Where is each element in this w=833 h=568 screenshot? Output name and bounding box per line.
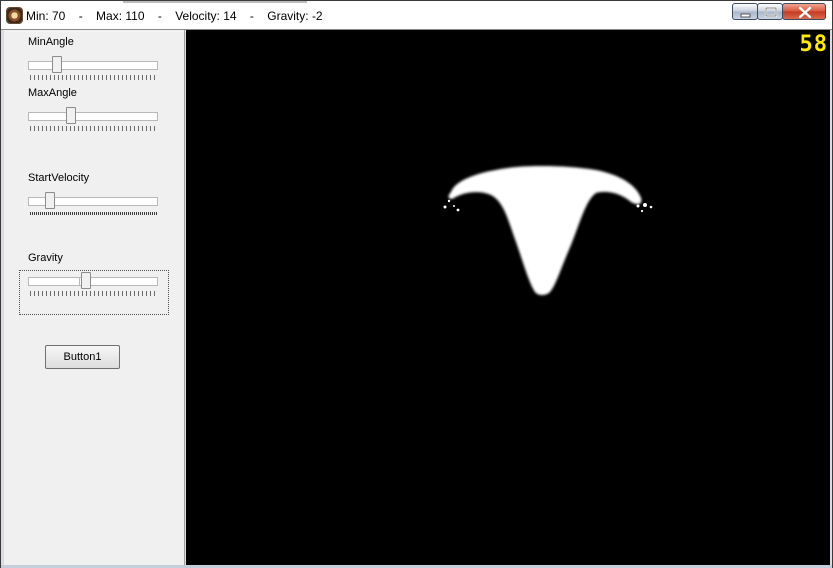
particle-canvas[interactable]: 58	[186, 30, 830, 565]
min-angle-slider[interactable]	[26, 56, 160, 82]
controls-panel: MinAngle MaxAngle StartVelocity Gravity	[4, 30, 185, 565]
title-separator: -	[249, 9, 254, 23]
slider-thumb[interactable]	[81, 272, 91, 289]
gravity-slider[interactable]	[26, 272, 160, 298]
title-bar-highlight	[123, 1, 307, 3]
slider-ticks	[30, 75, 158, 80]
caption-buttons	[732, 3, 826, 22]
close-icon	[798, 6, 812, 19]
max-angle-slider[interactable]	[26, 107, 160, 133]
start-velocity-label: StartVelocity	[28, 172, 90, 184]
particle-fountain	[443, 166, 653, 295]
slider-thumb[interactable]	[45, 192, 55, 209]
title-bar[interactable]: Min: 70 - Max: 110 - Velocity: 14 - Grav…	[1, 1, 832, 30]
max-angle-label: MaxAngle	[28, 87, 77, 99]
minimize-icon	[740, 13, 751, 18]
slider-ticks	[30, 291, 158, 296]
window-title: Min: 70 - Max: 110 - Velocity: 14 - Grav…	[26, 9, 323, 23]
button1[interactable]: Button1	[45, 345, 120, 369]
slider-track[interactable]	[28, 277, 158, 286]
title-separator: -	[78, 9, 83, 23]
slider-track[interactable]	[28, 112, 158, 121]
app-window: Min: 70 - Max: 110 - Velocity: 14 - Grav…	[0, 0, 833, 568]
slider-thumb[interactable]	[66, 107, 76, 124]
slider-thumb[interactable]	[52, 56, 62, 73]
title-gravity: Gravity: -2	[267, 9, 323, 23]
start-velocity-slider[interactable]	[26, 192, 160, 218]
min-angle-label: MinAngle	[28, 36, 74, 48]
slider-track[interactable]	[28, 61, 158, 70]
title-separator: -	[157, 9, 162, 23]
fps-counter: 58	[799, 32, 828, 57]
title-min: Min: 70	[26, 9, 66, 23]
minimize-button[interactable]	[732, 3, 758, 20]
title-max: Max: 110	[96, 9, 145, 23]
maximize-icon	[764, 6, 778, 18]
maximize-button[interactable]	[757, 3, 783, 20]
app-icon[interactable]	[7, 8, 22, 23]
slider-ticks	[30, 212, 158, 215]
particle-plume	[448, 166, 642, 295]
slider-ticks	[30, 126, 158, 131]
title-velocity: Velocity: 14	[175, 9, 237, 23]
gravity-label: Gravity	[28, 252, 63, 264]
close-button[interactable]	[782, 3, 826, 20]
